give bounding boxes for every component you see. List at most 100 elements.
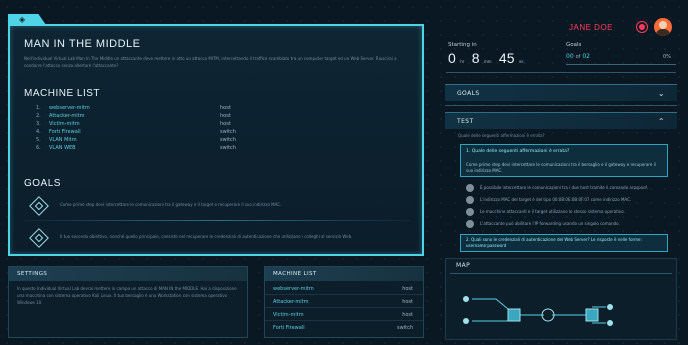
machine-row[interactable]: 2. Attacker-mitm host [36,112,236,120]
test-accordion[interactable]: TEST ⌃ [445,112,677,129]
timer-seconds-unit: ss [518,59,524,64]
machine-row[interactable]: 4. Forti Firewall switch [36,128,236,136]
goals-title: GOALS [24,178,61,189]
machine-name[interactable]: VLAN WEB [49,144,76,152]
machine-list-row[interactable]: webserver-mitm host [265,284,423,295]
machine-index: 4. [36,129,41,135]
machine-list-row[interactable]: Forti Firewall switch [265,323,423,333]
scenario-description: Nell'individual Virtual Lab Man In The M… [24,56,397,68]
host-node[interactable] [463,296,469,302]
settings-text: In questo Individual Virtual Lab devrai … [17,286,237,305]
timer-hours-unit: hr [460,59,465,64]
machine-row[interactable]: 6. VLAN WEB switch [36,144,236,152]
answer-text: L'indirizzo MAC del target è del tipo 00… [480,197,632,202]
divider [450,273,672,274]
chevron-down-icon[interactable]: ⌄ [658,85,665,102]
answer-text: È possibile intercettare le comunicazion… [480,185,648,190]
host-node[interactable] [607,304,613,310]
radio-button[interactable] [466,208,474,216]
map-title: MAP [456,262,471,269]
goals-of: of [575,54,581,60]
machine-index: 5. [36,137,41,143]
divider [445,105,677,106]
switch-node[interactable] [507,308,521,322]
machine-type: host [220,105,231,111]
goals-total: 02 [582,53,590,60]
machine-name[interactable]: webserver-mitm [49,104,90,112]
machine-name[interactable]: VLAN Mitm [49,136,77,144]
answer-option[interactable]: Le macchine attaccanti e il target utili… [466,208,666,217]
answer-option[interactable]: L'attaccante può abilitare l'IP forwardi… [466,220,666,229]
goal-text: Il tuo secondo obiettivo, nonché quello … [60,234,353,239]
goal-text: Come primo step devi intercettare le com… [60,202,282,207]
goals-accordion-label: GOALS [457,90,480,97]
machine-index: 2. [36,113,41,119]
timer-hours: 0 [448,50,456,66]
timer-minutes-unit: mm [483,59,492,64]
test-intro: Quale delle seguenti affermazioni è erra… [458,133,545,138]
host-node[interactable] [463,318,469,324]
goals-progress-track [566,64,676,65]
question-card: 1. Quale delle seguenti affermazioni è e… [460,144,668,177]
machine-name[interactable]: Attacker-mitm [49,112,85,120]
network-map[interactable] [456,279,656,335]
radio-button[interactable] [466,196,474,204]
target-icon [29,196,49,216]
machine-list-row[interactable]: Attacker-mitm host [265,297,423,308]
alert-icon [639,24,645,30]
machine-row[interactable]: 1. webserver-mitm host [36,104,236,112]
machine-type: switch [220,145,236,151]
radio-button[interactable] [466,220,474,228]
scenario-panel: MAN IN THE MIDDLE Nell'individual Virtua… [8,24,424,256]
machine-index: 1. [36,105,41,111]
answer-option[interactable]: È possibile intercettare le comunicazion… [466,184,666,193]
test-accordion-label: TEST [457,118,474,125]
scenario-title: MAN IN THE MIDDLE [24,38,141,50]
goals-done: 00 [566,53,574,60]
eye-icon: ◈ [19,15,26,24]
switch-node[interactable] [585,308,599,322]
host-node[interactable] [607,320,613,326]
radio-button[interactable] [466,184,474,192]
goals-counter: 00 of 02 [566,53,590,60]
machine-list-panel-title: MACHINE LIST [265,267,423,281]
machine-type: host [220,113,231,119]
question-card[interactable]: 2. Quali sono le credenziali di autentic… [460,234,668,252]
machine-list-panel: MACHINE LIST webserver-mitm host Attacke… [264,266,424,338]
question-title: 1. Quale delle seguenti affermazioni è e… [466,149,570,154]
machine-type: host [402,286,413,292]
machine-row[interactable]: 3. Victim-mitm host [36,120,236,128]
machine-name[interactable]: Attacker-mitm [273,297,309,307]
answer-text: Le macchine attaccanti e il target utili… [480,209,625,214]
chevron-up-icon[interactable]: ⌃ [658,113,665,130]
sidebar: JANE DOE Starting in 0 hr 8 mm 45 ss Goa… [442,8,682,343]
machine-name[interactable]: Forti Firewall [273,323,305,333]
settings-title: SETTINGS [9,267,247,281]
machine-name[interactable]: webserver-mitm [273,284,314,294]
machine-type: switch [220,129,236,135]
machine-list-row[interactable]: Victim-mitm host [265,310,423,321]
machine-name[interactable]: Victim-mitm [273,310,304,320]
machine-row[interactable]: 5. VLAN Mitm switch [36,136,236,144]
target-icon [29,228,49,248]
countdown-timer: 0 hr 8 mm 45 ss [448,50,523,66]
user-name[interactable]: JANE DOE [569,23,613,32]
machine-index: 6. [36,145,41,151]
goals-accordion[interactable]: GOALS ⌄ [445,84,677,101]
machine-name[interactable]: Victim-mitm [49,120,80,128]
question-title: 2. Quali sono le credenziali di autentic… [466,237,642,248]
timer-minutes: 8 [471,50,480,66]
machine-type: host [402,312,413,318]
machine-type: switch [397,325,413,331]
machine-type: switch [220,137,236,143]
goals-label: Goals [566,42,582,48]
settings-panel: SETTINGS In questo Individual Virtual La… [8,266,248,338]
goals-percent: 0% [663,54,671,60]
timer-label: Starting in [448,42,477,48]
machine-name[interactable]: Forti Firewall [49,128,81,136]
avatar[interactable] [654,18,672,36]
divider [446,72,676,73]
answer-option[interactable]: L'indirizzo MAC del target è del tipo 00… [466,196,666,205]
machine-type: host [402,299,413,305]
alert-button[interactable] [636,21,648,33]
